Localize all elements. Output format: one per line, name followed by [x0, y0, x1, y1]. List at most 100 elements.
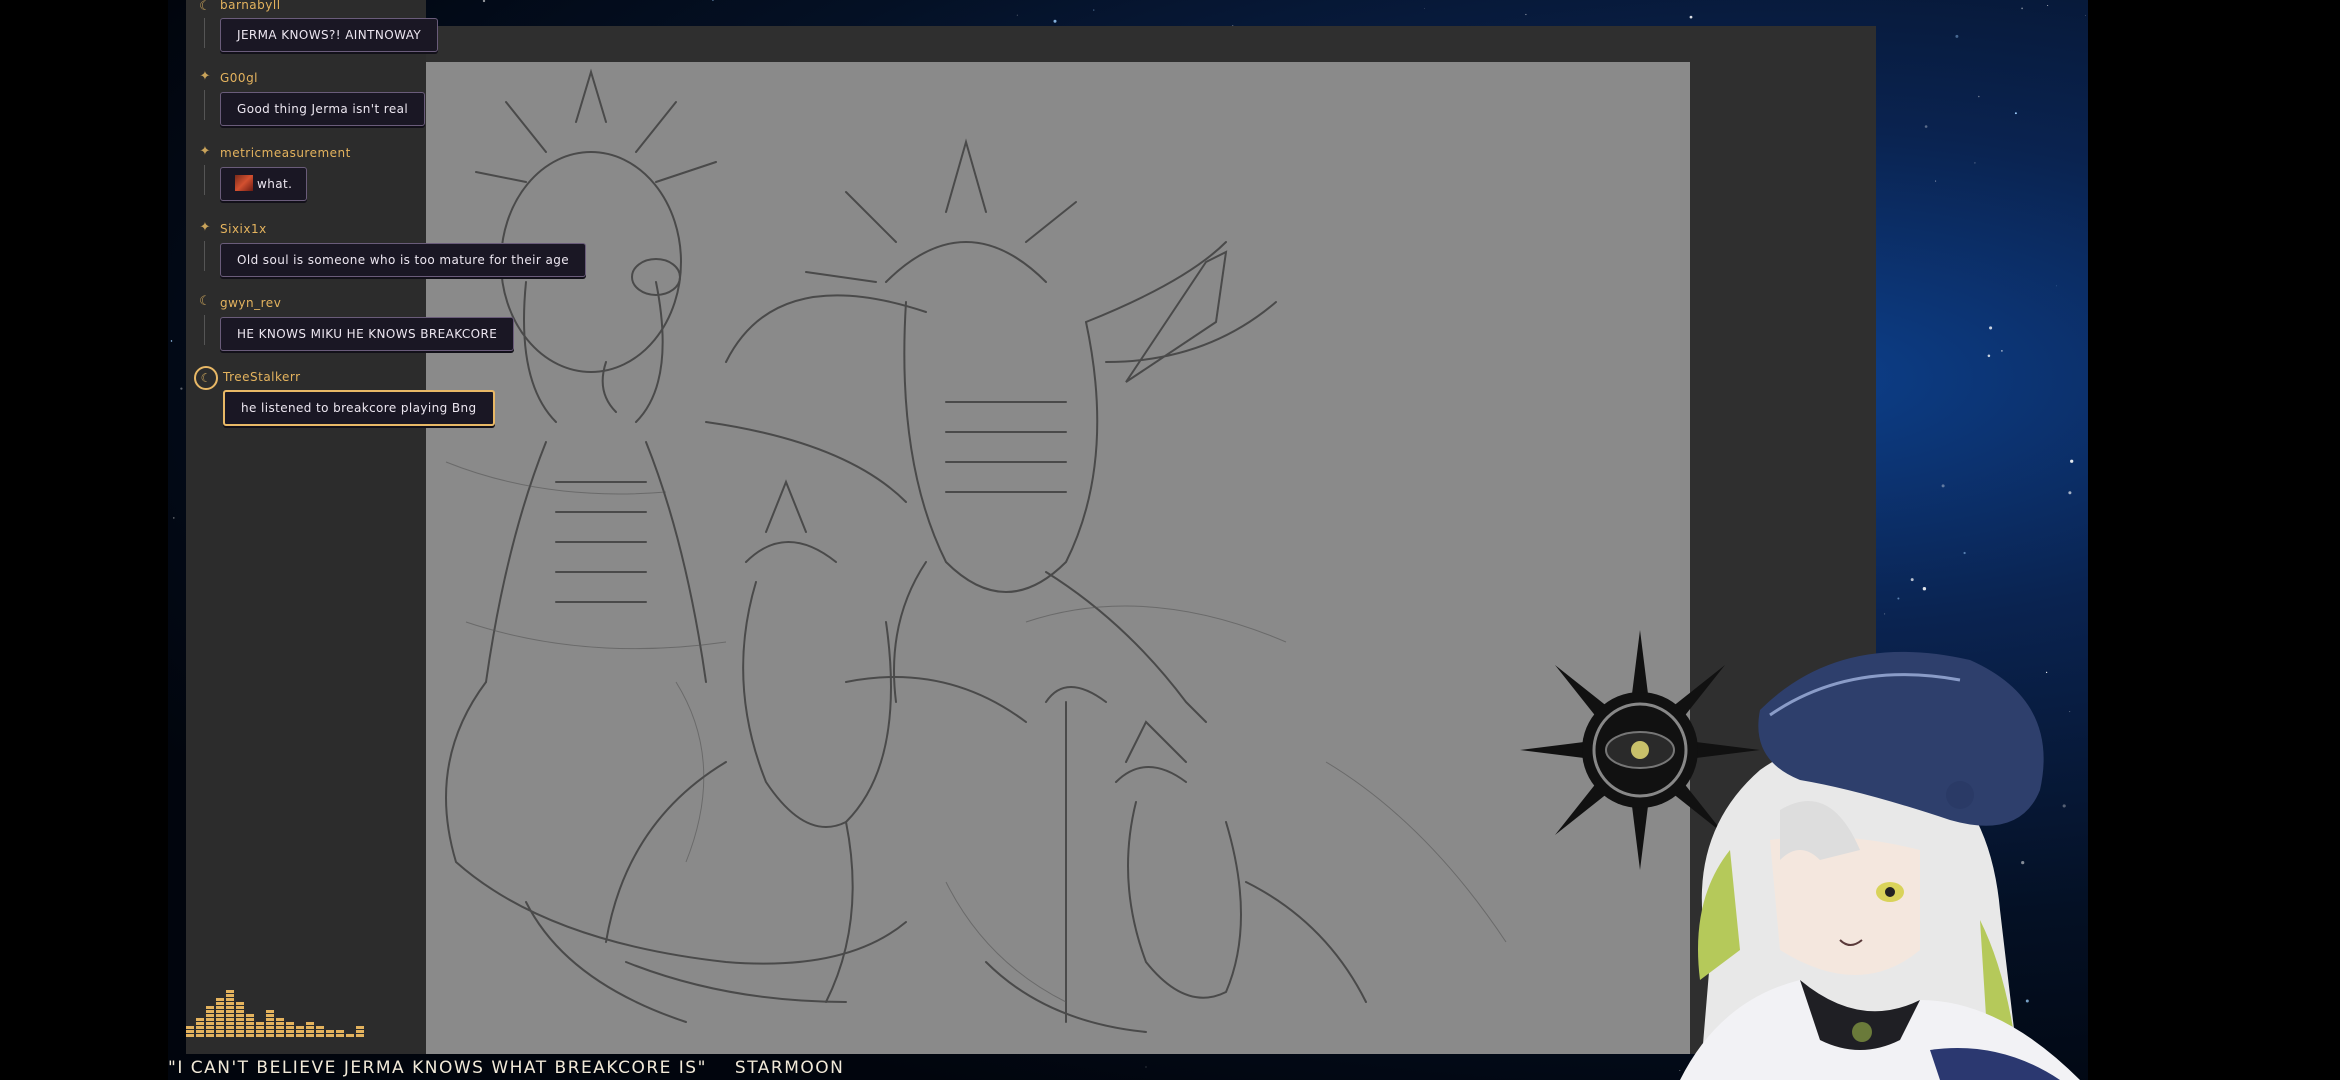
chat-bubble: Good thing Jerma isn't real: [220, 92, 426, 126]
visualizer-bar: [236, 1034, 244, 1037]
star: [1093, 9, 1095, 11]
visualizer-bar: [236, 1022, 244, 1025]
visualizer-bar: [226, 990, 234, 993]
visualizer-bar: [326, 1030, 334, 1033]
visualizer-bar: [226, 1018, 234, 1021]
visualizer-bar: [206, 1010, 214, 1013]
visualizer-bar: [356, 1030, 364, 1033]
star: [1897, 597, 1900, 600]
star: [2014, 112, 2017, 115]
chat-bubble: HE KNOWS MIKU HE KNOWS BREAKCORE: [220, 317, 515, 351]
chat-username: metricmeasurement: [220, 146, 351, 160]
visualizer-bar: [286, 1022, 294, 1025]
visualizer-bar: [266, 1030, 274, 1033]
visualizer-bar: [356, 1034, 364, 1037]
visualizer-bar: [216, 1022, 224, 1025]
visualizer-bar: [236, 1002, 244, 1005]
visualizer-bar: [316, 1034, 324, 1037]
visualizer-bar: [216, 1002, 224, 1005]
star: [1016, 14, 1018, 16]
star: [1525, 13, 1527, 16]
visualizer-bar: [346, 1034, 354, 1037]
visualizer-bar: [226, 1002, 234, 1005]
visualizer-bar: [226, 998, 234, 1001]
visualizer-bar: [246, 1030, 254, 1033]
visualizer-bar: [246, 1022, 254, 1025]
star: [2021, 7, 2023, 10]
visualizer-bar: [216, 1014, 224, 1017]
visualizer-bar: [296, 1034, 304, 1037]
sparkle-icon: ✦: [199, 69, 211, 84]
visualizer-bar: [206, 1030, 214, 1033]
thread-line: [204, 241, 205, 271]
visualizer-bar: [256, 1026, 264, 1029]
visualizer-bar: [276, 1030, 284, 1033]
star: [1974, 162, 1976, 164]
visualizer-bar: [196, 1018, 204, 1021]
emote-image: [235, 175, 253, 191]
visualizer-bar: [226, 1030, 234, 1033]
visualizer-bar: [296, 1030, 304, 1033]
stream-scene: ☾ barnabyll JERMA KNOWS?! AINTNOWAY ✦ G0…: [0, 0, 2340, 1080]
visualizer-bar: [276, 1022, 284, 1025]
chat-bubble: he listened to breakcore playing Bng: [223, 390, 495, 426]
visualizer-bar: [196, 1022, 204, 1025]
star: [2056, 285, 2057, 287]
visualizer-bar: [226, 1022, 234, 1025]
star: [170, 340, 173, 342]
visualizer-bar: [236, 1006, 244, 1009]
visualizer-bar: [326, 1034, 334, 1037]
visualizer-bar: [266, 1010, 274, 1013]
visualizer-bar: [226, 1010, 234, 1013]
visualizer-bar: [216, 1018, 224, 1021]
star: [1053, 19, 1057, 23]
visualizer-bar: [216, 998, 224, 1001]
thread-line: [204, 18, 205, 48]
visualizer-bar: [216, 1026, 224, 1029]
visualizer-bar: [196, 1034, 204, 1037]
visualizer-bar: [336, 1034, 344, 1037]
visualizer-bar: [206, 1018, 214, 1021]
visualizer-bar: [226, 1034, 234, 1037]
visualizer-bar: [206, 1026, 214, 1029]
visualizer-bar: [226, 1006, 234, 1009]
vtuber-avatar: [1520, 630, 2080, 1080]
visualizer-bar: [226, 1014, 234, 1017]
visualizer-bar: [286, 1030, 294, 1033]
star: [711, 0, 714, 1]
visualizer-bar: [186, 1034, 194, 1037]
star: [1963, 551, 1966, 555]
visualizer-bar: [236, 1014, 244, 1017]
stream-caption: "I CAN'T BELIEVE JERMA KNOWS WHAT BREAKC…: [168, 1058, 844, 1080]
visualizer-bar: [276, 1026, 284, 1029]
star: [180, 387, 183, 390]
star: [1424, 7, 1425, 9]
star: [2047, 5, 2049, 7]
visualizer-bar: [246, 1018, 254, 1021]
star: [2070, 459, 2074, 463]
visualizer-bar: [336, 1030, 344, 1033]
thread-line: [204, 90, 205, 120]
chat-username: TreeStalkerr: [223, 370, 301, 384]
visualizer-bar: [306, 1022, 314, 1025]
star: [1935, 180, 1937, 182]
audio-visualizer: [186, 990, 364, 1037]
visualizer-bar: [266, 1026, 274, 1029]
visualizer-bar: [216, 1030, 224, 1033]
visualizer-bar: [266, 1022, 274, 1025]
visualizer-bar: [286, 1034, 294, 1037]
chat-bubble-text: what.: [257, 177, 293, 191]
visualizer-bar: [196, 1026, 204, 1029]
visualizer-bar: [276, 1018, 284, 1021]
star: [2084, 14, 2086, 16]
visualizer-bar: [216, 1006, 224, 1009]
visualizer-bar: [306, 1034, 314, 1037]
visualizer-bar: [236, 1026, 244, 1029]
chat-username: gwyn_rev: [220, 296, 282, 310]
star: [482, 0, 486, 3]
visualizer-bar: [236, 1030, 244, 1033]
visualizer-bar: [206, 1014, 214, 1017]
visualizer-bar: [196, 1030, 204, 1033]
sparkle-icon: ✦: [199, 144, 211, 159]
visualizer-bar: [206, 1022, 214, 1025]
